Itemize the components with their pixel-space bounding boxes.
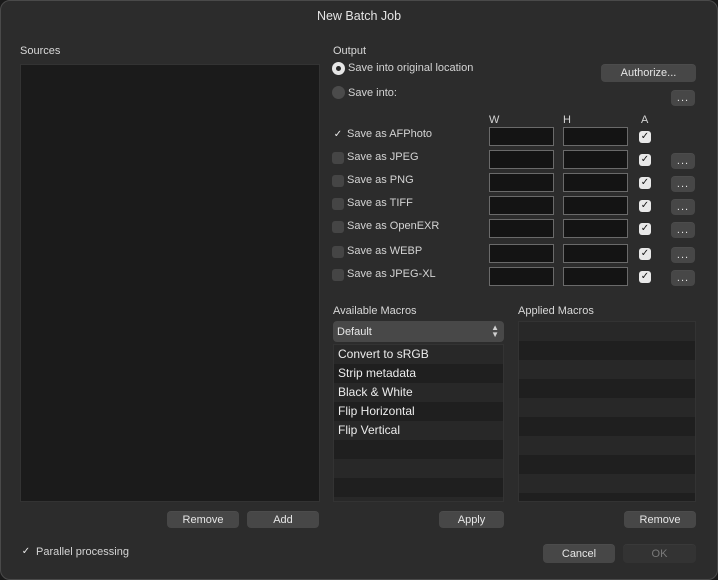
format-label: Save as WEBP: [347, 245, 423, 257]
applied-list-row: [519, 474, 695, 493]
save-into-browse-button[interactable]: ...: [671, 90, 695, 106]
macro-category-value: Default: [337, 325, 372, 338]
applied-macros-label: Applied Macros: [518, 305, 594, 317]
save-into-radio[interactable]: [332, 86, 345, 99]
available-macros-list[interactable]: Convert to sRGB Strip metadata Black & Whi…: [333, 344, 504, 502]
parallel-processing-label: Parallel processing: [36, 546, 129, 558]
save-into-label: Save into:: [348, 87, 397, 99]
macro-list-item[interactable]: Flip Horizontal: [334, 402, 503, 421]
format-options-button[interactable]: ...: [671, 199, 695, 215]
col-alpha-header: A: [641, 114, 649, 126]
width-field[interactable]: [489, 244, 554, 263]
format-checkbox[interactable]: [332, 269, 344, 281]
width-field[interactable]: [489, 127, 554, 146]
sources-label: Sources: [20, 45, 61, 57]
format-checkbox[interactable]: [332, 175, 344, 187]
macro-list-item[interactable]: Convert to sRGB: [334, 345, 503, 364]
alpha-checkbox[interactable]: ✓: [639, 177, 651, 189]
batch-job-dialog: New Batch Job Sources Remove Add Output …: [0, 0, 718, 580]
format-checkbox[interactable]: ✓: [332, 129, 344, 141]
width-field[interactable]: [489, 267, 554, 286]
width-field[interactable]: [489, 196, 554, 215]
alpha-checkbox[interactable]: ✓: [639, 248, 651, 260]
macro-list-item[interactable]: Flip Vertical: [334, 421, 503, 440]
format-checkbox[interactable]: [332, 152, 344, 164]
height-field[interactable]: [563, 150, 628, 169]
sources-list[interactable]: [20, 64, 320, 502]
format-options-button[interactable]: ...: [671, 222, 695, 238]
col-width-header: W: [489, 114, 500, 126]
applied-list-row: [519, 360, 695, 379]
applied-remove-button[interactable]: Remove: [624, 511, 696, 528]
save-original-radio[interactable]: [332, 62, 345, 75]
alpha-checkbox[interactable]: ✓: [639, 223, 651, 235]
format-label: Save as JPEG-XL: [347, 268, 436, 280]
format-options-button[interactable]: ...: [671, 270, 695, 286]
updown-chevron-icon: ▲ ▼: [491, 323, 499, 339]
applied-list-row: [519, 322, 695, 341]
available-macros-label: Available Macros: [333, 305, 417, 317]
macro-list-item[interactable]: [334, 497, 503, 501]
format-options-button[interactable]: ...: [671, 153, 695, 169]
applied-list-row: [519, 398, 695, 417]
applied-list-row: [519, 417, 695, 436]
macro-list-item[interactable]: Black & White: [334, 383, 503, 402]
width-field[interactable]: [489, 150, 554, 169]
height-field[interactable]: [563, 127, 628, 146]
dialog-title: New Batch Job: [316, 9, 402, 23]
apply-macro-button[interactable]: Apply: [439, 511, 504, 528]
width-field[interactable]: [489, 173, 554, 192]
height-field[interactable]: [563, 219, 628, 238]
format-label: Save as AFPhoto: [347, 128, 432, 140]
applied-list-row: [519, 493, 695, 501]
format-label: Save as TIFF: [347, 197, 413, 209]
height-field[interactable]: [563, 173, 628, 192]
sources-add-button[interactable]: Add: [247, 511, 319, 528]
format-options-button[interactable]: ...: [671, 247, 695, 263]
macro-list-item[interactable]: [334, 440, 503, 459]
save-original-label: Save into original location: [348, 62, 474, 74]
output-label: Output: [333, 45, 367, 57]
macro-list-item[interactable]: [334, 459, 503, 478]
format-checkbox[interactable]: [332, 198, 344, 210]
width-field[interactable]: [489, 219, 554, 238]
height-field[interactable]: [563, 244, 628, 263]
alpha-checkbox[interactable]: ✓: [639, 271, 651, 283]
cancel-button[interactable]: Cancel: [543, 544, 615, 563]
alpha-checkbox[interactable]: ✓: [639, 200, 651, 212]
applied-list-row: [519, 455, 695, 474]
applied-macros-list[interactable]: [518, 321, 696, 502]
col-height-header: H: [563, 114, 571, 126]
format-options-button[interactable]: ...: [671, 176, 695, 192]
alpha-checkbox[interactable]: ✓: [639, 154, 651, 166]
macro-list-item[interactable]: Strip metadata: [334, 364, 503, 383]
alpha-checkbox[interactable]: ✓: [639, 131, 651, 143]
applied-list-row: [519, 341, 695, 360]
authorize-button[interactable]: Authorize...: [601, 64, 696, 82]
macro-list-item[interactable]: [334, 478, 503, 497]
format-label: Save as JPEG: [347, 151, 419, 163]
format-label: Save as PNG: [347, 174, 414, 186]
applied-list-row: [519, 436, 695, 455]
parallel-processing-checkbox[interactable]: ✓: [20, 546, 32, 558]
format-label: Save as OpenEXR: [347, 220, 440, 232]
ok-button[interactable]: OK: [623, 544, 696, 563]
applied-list-row: [519, 379, 695, 398]
sources-remove-button[interactable]: Remove: [167, 511, 239, 528]
macro-category-select[interactable]: Default ▲ ▼: [333, 321, 504, 342]
height-field[interactable]: [563, 196, 628, 215]
format-checkbox[interactable]: [332, 221, 344, 233]
height-field[interactable]: [563, 267, 628, 286]
format-checkbox[interactable]: [332, 246, 344, 258]
